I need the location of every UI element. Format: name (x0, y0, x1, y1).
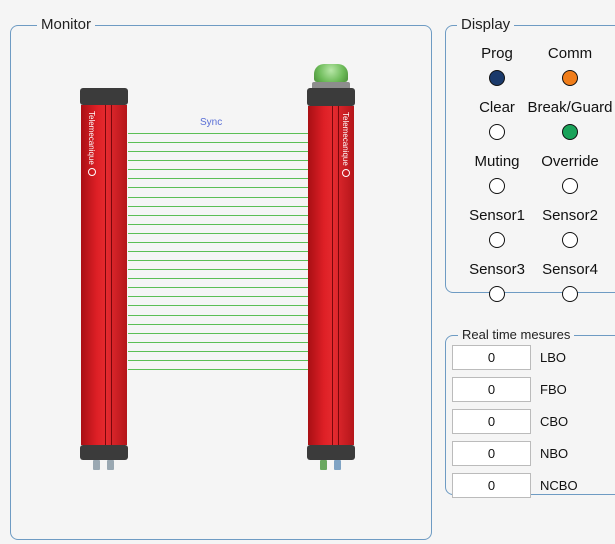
light-beam (128, 233, 308, 234)
light-beam (128, 160, 308, 161)
light-beam (128, 206, 308, 207)
light-beam (128, 133, 308, 134)
measure-value-lbo: 0 (452, 345, 531, 370)
monitor-title: Monitor (37, 16, 96, 34)
light-beam (128, 260, 308, 261)
light-beam (128, 369, 308, 370)
indicator-lamp-sensor2 (562, 232, 578, 248)
light-beam (128, 305, 308, 306)
indicator-lamp-sensor1 (489, 232, 505, 248)
indicator-label: Sensor4 (542, 261, 598, 278)
light-beam (128, 315, 308, 316)
receiver-body: Telemecanique (308, 106, 354, 445)
brand-logo-icon (88, 168, 96, 176)
light-beams (128, 133, 308, 370)
light-beam (128, 251, 308, 252)
realtime-title: Real time mesures (458, 326, 575, 344)
light-beam (128, 287, 308, 288)
measure-value-nbo: 0 (452, 441, 531, 466)
indicator-lamp-comm (562, 70, 578, 86)
light-beam (128, 197, 308, 198)
measure-label: CBO (540, 414, 569, 429)
emitter-device: Telemecanique (80, 88, 128, 473)
connector-icon (320, 460, 327, 470)
indicator-lamp-muting (489, 178, 505, 194)
indicator-label: Override (541, 153, 599, 170)
measure-label: NCBO (540, 478, 578, 493)
indicator-lamp-override (562, 178, 578, 194)
brand-logo-icon (342, 169, 350, 177)
receiver-top-cap (307, 88, 355, 106)
indicator-lamp-sensor4 (562, 286, 578, 302)
light-beam (128, 215, 308, 216)
light-beam (128, 142, 308, 143)
connector-icon (93, 460, 100, 470)
connector-icon (334, 460, 341, 470)
indicator-lamp-clear (489, 124, 505, 140)
receiver-bottom-cap (307, 445, 355, 460)
light-beam (128, 151, 308, 152)
emitter-bottom-cap (80, 445, 128, 460)
light-beam (128, 360, 308, 361)
light-beam (128, 269, 308, 270)
sync-label: Sync (200, 117, 223, 128)
light-beam (128, 187, 308, 188)
emitter-body: Telemecanique (81, 105, 127, 445)
light-beam (128, 278, 308, 279)
emitter-top-cap (80, 88, 128, 105)
indicator-label: Comm (547, 45, 593, 62)
measure-label: NBO (540, 446, 569, 461)
indicator-lamp-prog (489, 70, 505, 86)
connector-icon (107, 460, 114, 470)
measure-label: FBO (540, 382, 567, 397)
indicator-lamp-sensor3 (489, 286, 505, 302)
light-beam (128, 342, 308, 343)
indicator-label: Break/Guard (527, 99, 613, 116)
light-beam (128, 324, 308, 325)
light-beam (128, 178, 308, 179)
light-beam (128, 296, 308, 297)
light-beam (128, 242, 308, 243)
indicator-label: Sensor2 (542, 207, 598, 224)
indicator-lamp-break-guard (562, 124, 578, 140)
measure-label: LBO (540, 350, 567, 365)
status-dome-icon (314, 64, 348, 82)
receiver-device: Telemecanique (307, 64, 355, 473)
emitter-brand-label: Telemecanique (87, 111, 96, 165)
light-beam (128, 351, 308, 352)
measure-value-cbo: 0 (452, 409, 531, 434)
light-beam (128, 224, 308, 225)
receiver-brand-label: Telemecanique (341, 112, 350, 166)
measure-value-ncbo: 0 (452, 473, 531, 498)
light-beam (128, 169, 308, 170)
light-beam (128, 333, 308, 334)
measure-value-fbo: 0 (452, 377, 531, 402)
display-title: Display (457, 16, 515, 34)
